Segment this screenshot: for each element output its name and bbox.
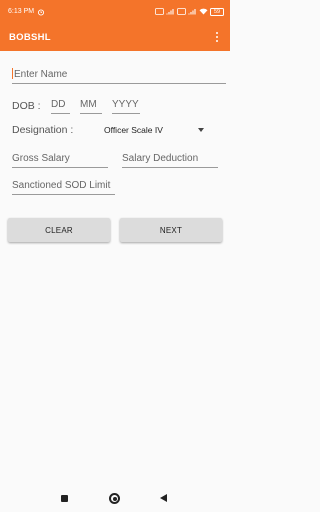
status-time: 6:13 PM	[8, 8, 35, 15]
clear-button[interactable]: CLEAR	[8, 218, 110, 242]
designation-dropdown[interactable]: Officer Scale IV	[104, 122, 206, 138]
dob-day-input[interactable]: DD	[51, 99, 70, 114]
app-title: BOBSHL	[9, 31, 51, 43]
status-icons: 59	[155, 7, 224, 16]
back-icon[interactable]	[160, 494, 167, 502]
designation-value: Officer Scale IV	[104, 125, 163, 135]
next-button[interactable]: NEXT	[120, 218, 222, 242]
status-bar: 6:13 PM 59	[0, 0, 230, 23]
text-cursor	[12, 68, 13, 79]
designation-label: Designation :	[12, 124, 74, 136]
signal-icon	[166, 9, 174, 15]
sod-limit-input[interactable]: Sanctioned SOD Limit	[12, 180, 115, 195]
dropdown-arrow-icon	[198, 128, 204, 132]
wifi-icon	[199, 8, 208, 15]
overflow-menu-icon[interactable]	[212, 30, 222, 44]
alarm-icon	[38, 8, 45, 16]
hd-icon	[177, 8, 186, 15]
name-input-placeholder: Enter Name	[14, 69, 68, 80]
app-bar: BOBSHL	[0, 23, 230, 51]
dob-month-input[interactable]: MM	[80, 99, 102, 114]
status-time-group: 6:13 PM	[8, 8, 45, 16]
recents-icon[interactable]	[61, 495, 68, 502]
gross-salary-input[interactable]: Gross Salary	[12, 153, 108, 168]
dob-label: DOB :	[12, 100, 41, 112]
signal-icon	[188, 9, 196, 15]
home-icon[interactable]	[109, 493, 120, 504]
hd-icon	[155, 8, 164, 15]
name-input[interactable]: Enter Name	[12, 68, 226, 84]
salary-deduction-input[interactable]: Salary Deduction	[122, 153, 218, 168]
system-nav-bar	[0, 486, 230, 512]
dob-year-input[interactable]: YYYY	[112, 99, 140, 114]
battery-icon: 59	[210, 7, 224, 16]
